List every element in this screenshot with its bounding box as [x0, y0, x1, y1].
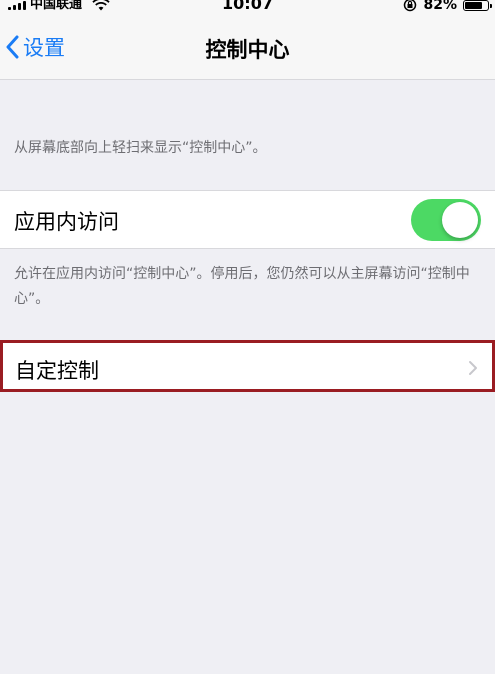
screen: 中国联通 10:07 82% 设置 控制中心 从屏幕底部向上轻扫来显示“控制中心…	[0, 0, 495, 674]
chevron-right-icon	[469, 361, 477, 375]
battery-icon	[463, 0, 492, 11]
app-access-label: 应用内访问	[14, 210, 119, 234]
status-right: 82%	[403, 0, 492, 13]
battery-fill	[465, 1, 483, 9]
customize-controls-label: 自定控制	[15, 359, 99, 383]
hint-app-access: 允许在应用内访问“控制中心”。停用后，您仍然可以从主屏幕访问“控制中心”。	[14, 266, 470, 307]
app-access-row: 应用内访问	[0, 190, 495, 249]
app-access-toggle[interactable]	[411, 199, 481, 241]
page-title: 控制中心	[205, 38, 290, 62]
hint-swipe-up: 从屏幕底部向上轻扫来显示“控制中心”。	[14, 140, 267, 156]
toggle-knob	[442, 202, 478, 238]
customize-controls-row[interactable]: 自定控制	[0, 340, 495, 392]
status-bar: 中国联通 10:07 82%	[0, 0, 495, 16]
battery-percent: 82%	[423, 0, 457, 13]
navigation-bar: 设置 控制中心	[0, 16, 495, 80]
rotation-lock-icon	[404, 0, 417, 12]
